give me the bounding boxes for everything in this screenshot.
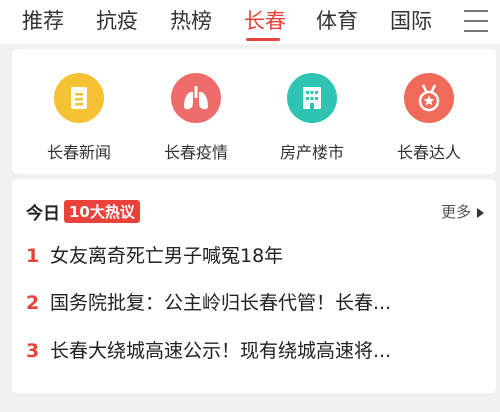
hot-topic-item[interactable]: 2 国务院批复：公主岭归长春代管！长春... [26,288,486,316]
hot-topics-card: 今日 10大热议 更多 1 女友离奇死亡男子喊冤18年 2 国务院批复：公主岭归长春代… [12,179,496,393]
rank-number: 1 [26,245,40,267]
hot-topic-text: 国务院批复：公主岭归长春代管！长春... [50,292,392,314]
hot-topic-text: 女友离奇死亡男子喊冤18年 [50,245,284,267]
service-changchun-epidemic[interactable]: 长春疫情 [141,73,251,163]
tab-changchun[interactable]: 长春 [244,4,286,38]
today-label: 今日 [26,204,60,224]
more-label: 更多 [440,203,471,221]
tab-anti-epidemic[interactable]: 抗疫 [96,4,138,38]
active-tab-indicator [246,38,280,41]
service-label: 房产楼市 [279,143,344,162]
document-icon [54,73,104,123]
medal-icon [404,73,454,123]
top10-badge: 10大热议 [64,200,140,223]
tab-sports[interactable]: 体育 [316,4,358,38]
service-real-estate[interactable]: 房产楼市 [257,73,367,163]
hot-topic-item[interactable]: 1 女友离奇死亡男子喊冤18年 [26,241,486,269]
building-icon [287,73,337,123]
more-link[interactable]: 更多 [441,201,484,222]
tab-hot-list[interactable]: 热榜 [170,4,212,38]
service-shortcuts-card: 长春新闻 长春疫情 房产楼市 长春达人 [12,49,496,174]
rank-number: 3 [26,340,40,362]
menu-icon[interactable] [464,10,488,32]
tab-international[interactable]: 国际 [390,4,432,38]
service-label: 长春新闻 [46,143,111,162]
hot-topic-item[interactable]: 3 长春大绕城高速公示！现有绕城高速将... [26,336,486,364]
chevron-right-icon [477,207,484,218]
rank-number: 2 [26,292,40,314]
hot-topic-text: 长春大绕城高速公示！现有绕城高速将... [50,340,392,362]
service-label: 长春达人 [396,143,461,162]
service-changchun-expert[interactable]: 长春达人 [374,73,484,163]
hot-topics-header: 今日 10大热议 [26,199,140,225]
tab-recommend[interactable]: 推荐 [22,4,64,38]
service-label: 长春疫情 [163,143,228,162]
top-nav: 推荐 抗疫 热榜 长春 体育 国际 [0,0,500,44]
service-changchun-news[interactable]: 长春新闻 [24,73,134,163]
lungs-icon [171,73,221,123]
